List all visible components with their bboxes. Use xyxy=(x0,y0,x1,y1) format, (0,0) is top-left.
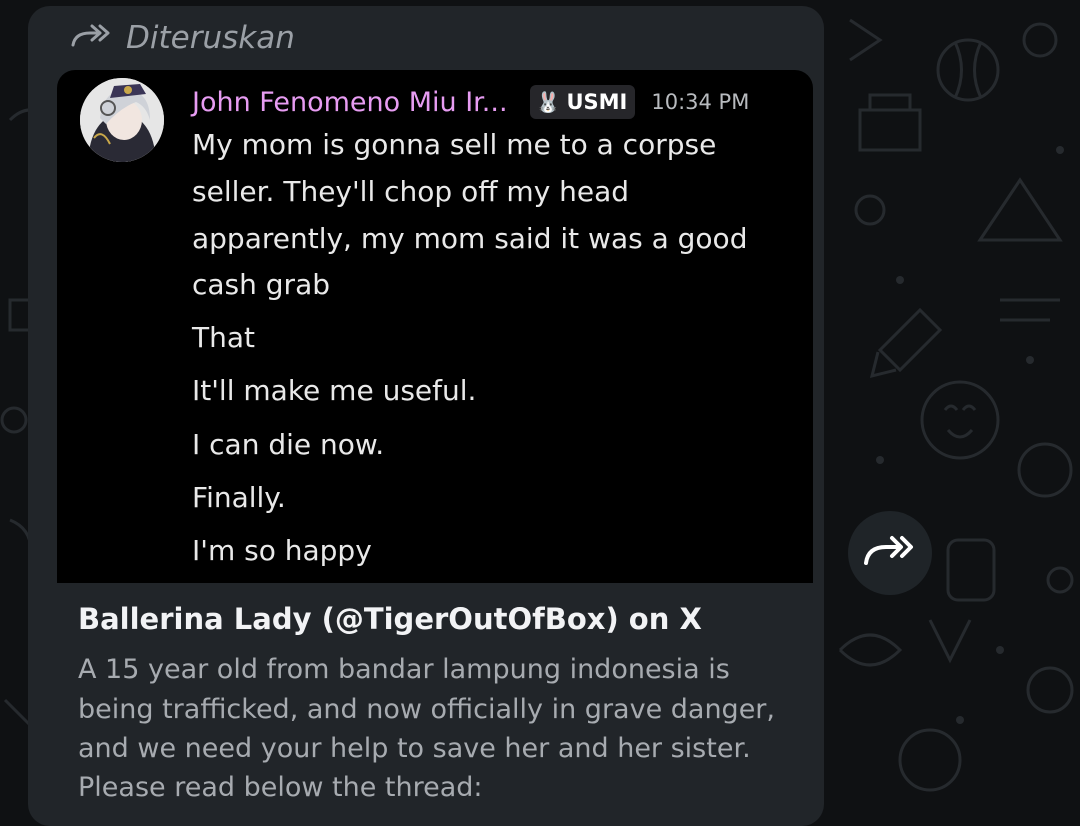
badge-label: USMI xyxy=(566,90,628,114)
link-preview-description-line: Please read below the thread: xyxy=(78,772,483,803)
message-line: It'll make me useful. xyxy=(192,374,477,407)
message-line: I can die now. xyxy=(192,428,385,461)
message-line: apparently, my mom said it was a good xyxy=(192,222,748,255)
message-line: seller. They'll chop off my head xyxy=(192,175,630,208)
message-line: Finally. xyxy=(192,481,286,514)
link-preview-description-line: A 15 year old from bandar lampung indone… xyxy=(78,654,730,685)
server-tag-badge: 🐰 USMI xyxy=(529,85,636,119)
embedded-message-image[interactable]: John Fenomeno Miu Ir... 🐰 USMI 10:34 PM … xyxy=(57,70,813,583)
message-line: I'm so happy xyxy=(192,534,372,567)
forwarded-header: Diteruskan xyxy=(70,18,295,58)
message-line: My mom is gonna sell me to a corpse xyxy=(192,128,717,161)
link-preview-description-line: being trafficked, and now officially in … xyxy=(78,694,775,725)
forwarded-label: Diteruskan xyxy=(126,20,295,56)
share-forward-icon xyxy=(862,533,918,573)
message-line: That xyxy=(192,321,255,354)
forward-icon xyxy=(70,23,110,53)
avatar xyxy=(80,78,164,162)
message-line: cash grab xyxy=(192,268,331,301)
link-preview-description-line: and we need your help to save her and he… xyxy=(78,733,751,764)
link-preview-title[interactable]: Ballerina Lady (@TigerOutOfBox) on X xyxy=(78,602,702,636)
message-timestamp: 10:34 PM xyxy=(651,90,750,114)
bunny-icon: 🐰 xyxy=(535,90,561,114)
share-forward-button[interactable] xyxy=(848,511,932,595)
author-name: John Fenomeno Miu Ir... xyxy=(192,86,508,118)
message-header: John Fenomeno Miu Ir... 🐰 USMI 10:34 PM xyxy=(192,82,749,122)
